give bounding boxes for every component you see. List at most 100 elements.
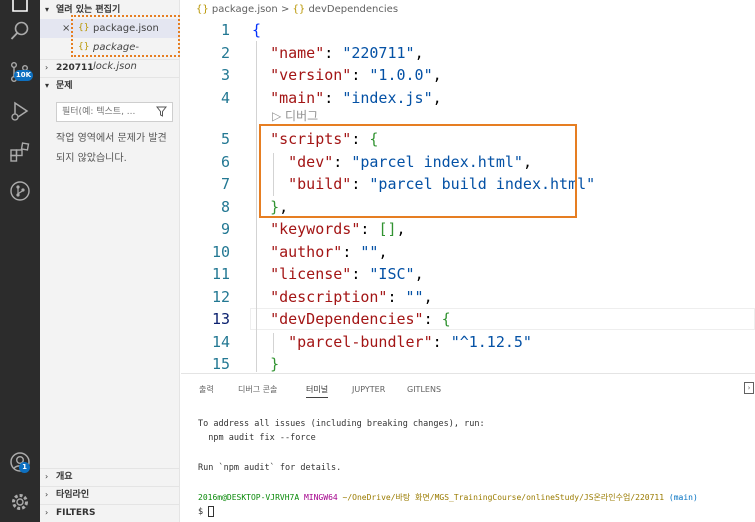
code-token: , xyxy=(414,43,424,62)
accounts-badge: 1 xyxy=(19,462,30,473)
code-token: : xyxy=(423,310,442,328)
line-number: 1 xyxy=(220,21,230,39)
scm-badge: 10K xyxy=(14,70,33,81)
code-token: , xyxy=(414,265,424,283)
terminal-input-line[interactable]: $ xyxy=(198,505,215,519)
code-line: { xyxy=(252,19,261,42)
code-token: "" xyxy=(405,287,424,306)
explorer-icon[interactable] xyxy=(8,0,32,14)
tab-debug-console[interactable]: 디버그 콘솔 xyxy=(238,382,277,398)
code-token: , xyxy=(378,242,388,261)
code-token: { xyxy=(252,21,262,39)
breadcrumb-item[interactable]: devDependencies xyxy=(308,4,398,15)
settings-gear-icon[interactable] xyxy=(8,490,32,514)
code-token: "" xyxy=(360,242,379,261)
maximize-panel-icon[interactable]: › xyxy=(744,382,754,394)
chevron-right-icon: › xyxy=(45,472,49,481)
code-token: : xyxy=(351,265,370,283)
chevron-down-icon: ▾ xyxy=(45,81,50,90)
code-token: "description" xyxy=(270,287,388,306)
scripts-highlight-box xyxy=(259,124,577,218)
filter-icon[interactable] xyxy=(155,106,168,124)
code-token: "main" xyxy=(270,88,325,107)
code-token: "parcel-bundler" xyxy=(288,332,433,351)
prompt-user: 2016m@DESKTOP-VJRVH7A xyxy=(198,493,300,502)
tab-output[interactable]: 출력 xyxy=(199,382,214,398)
line-number: 8 xyxy=(220,197,230,216)
search-icon[interactable] xyxy=(8,19,32,43)
timeline-header[interactable]: › 타임라인 xyxy=(40,486,179,502)
terminal-line: To address all issues (including breakin… xyxy=(198,419,485,429)
run-debug-icon[interactable] xyxy=(8,99,32,123)
tab-jupyter[interactable]: JUPYTER xyxy=(352,382,385,398)
code-token: : xyxy=(351,66,370,84)
code-token: "ISC" xyxy=(369,265,415,283)
close-icon[interactable]: × xyxy=(62,19,70,38)
extensions-icon[interactable] xyxy=(8,140,32,164)
tab-terminal[interactable]: 터미널 xyxy=(306,382,329,398)
problems-filter-input[interactable]: 필터(예: 텍스트, ... xyxy=(56,102,173,122)
line-number: 13 xyxy=(211,310,230,328)
outline-header[interactable]: › 개요 xyxy=(40,468,179,484)
code-token: "name" xyxy=(270,43,325,62)
chevron-right-icon: › xyxy=(45,490,49,499)
indent-guide xyxy=(256,41,257,372)
terminal-cursor xyxy=(208,506,215,517)
code-line: "version": "1.0.0", xyxy=(252,64,442,87)
terminal-line: npm audit fix --force xyxy=(198,433,316,443)
code-line: "name": "220711", xyxy=(252,42,424,65)
debug-codelens[interactable]: ▷ 디버그 xyxy=(272,108,318,124)
code-line: "description": "", xyxy=(252,286,433,309)
prompt-branch: (main) xyxy=(668,493,698,502)
code-token: "keywords" xyxy=(270,220,361,238)
explorer-sidebar: ▾ 열려 있는 편집기 × {} package.json {} package-… xyxy=(40,0,180,522)
git-graph-icon[interactable] xyxy=(8,179,32,203)
code-line: "author": "", xyxy=(252,241,387,264)
terminal-prompt: 2016m@DESKTOP-VJRVH7A MINGW64 ~/OneDrive… xyxy=(198,491,698,505)
code-line: "parcel-bundler": "^1.12.5" xyxy=(252,331,532,354)
code-token: { xyxy=(441,310,451,328)
json-file-icon: {} xyxy=(196,4,209,15)
line-number: 6 xyxy=(220,152,230,171)
breadcrumb: {} package.json > {} devDependencies xyxy=(196,2,398,18)
breadcrumb-separator: > xyxy=(280,4,290,15)
code-token: , xyxy=(432,88,442,107)
code-token: "author" xyxy=(270,242,343,261)
code-token: : xyxy=(387,287,406,306)
prompt-shell: MINGW64 xyxy=(303,493,338,502)
code-token: : xyxy=(342,242,361,261)
terminal-line: Run `npm audit` for details. xyxy=(198,463,342,473)
code-token: "^1.12.5" xyxy=(450,332,532,351)
code-token: , xyxy=(396,220,406,238)
line-number: 2 xyxy=(220,43,230,62)
code-token: , xyxy=(432,66,442,84)
tab-gitlens[interactable]: GITLENS xyxy=(407,382,441,398)
line-number: 5 xyxy=(220,130,230,148)
breadcrumb-file[interactable]: package.json xyxy=(212,4,278,15)
prompt-symbol: $ xyxy=(198,507,204,517)
vscode-window: 10K 1 ▾ 열려 있는 편집기 × {} package.json {} pa… xyxy=(0,0,755,522)
line-number: 4 xyxy=(220,88,230,107)
activity-bar: 10K 1 xyxy=(0,0,40,522)
code-token: : xyxy=(324,43,343,62)
line-number: 7 xyxy=(220,175,230,193)
code-token: : xyxy=(432,332,451,351)
filters-header[interactable]: › FILTERS xyxy=(40,504,179,520)
line-number: 11 xyxy=(211,265,230,283)
problems-header[interactable]: ▾ 문제 xyxy=(40,77,179,93)
bottom-panel: 출력 디버그 콘솔 터미널 JUPYTER GITLENS › To addre… xyxy=(181,373,755,522)
code-token: "license" xyxy=(270,265,352,283)
folder-header[interactable]: › 220711 xyxy=(40,59,179,75)
code-token: "index.js" xyxy=(342,88,433,107)
code-token: "1.0.0" xyxy=(369,66,433,84)
code-token: } xyxy=(270,355,280,373)
prompt-path: ~/OneDrive/바탕 화면/MGS_TrainingCourse/onli… xyxy=(342,493,665,502)
